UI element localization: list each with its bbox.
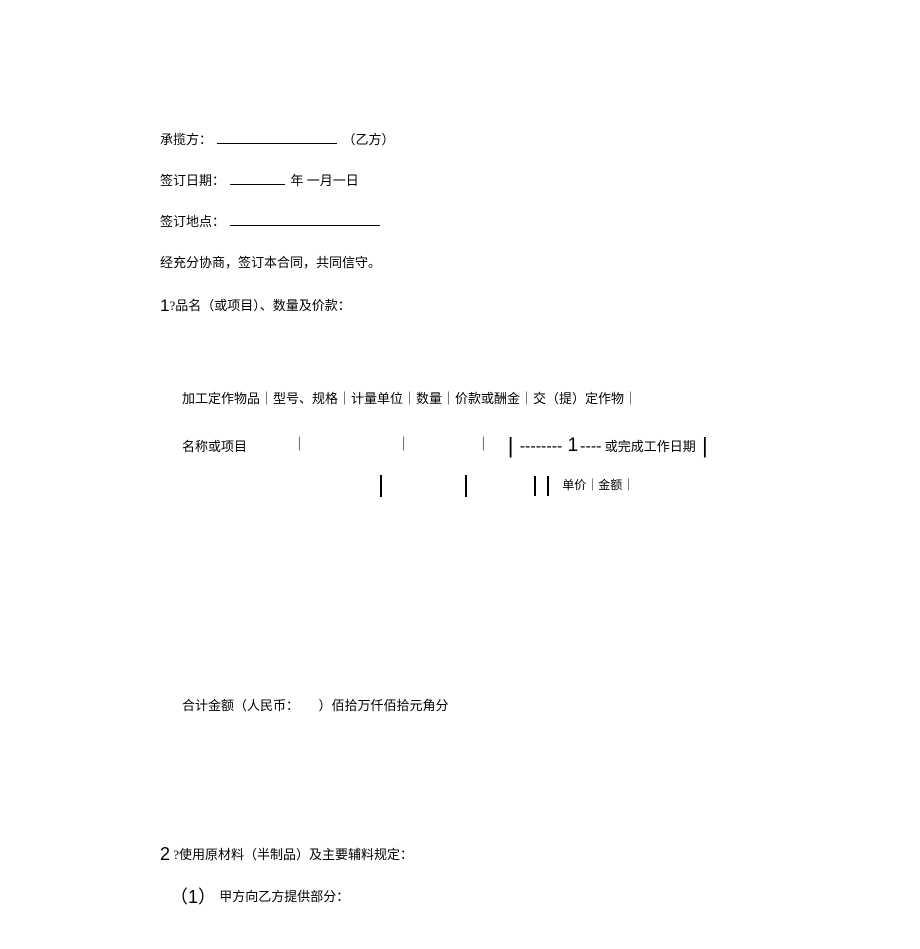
contractor-label: 承揽方： xyxy=(160,132,212,147)
divider-bar: ｜ xyxy=(292,436,306,452)
dash-group: -------- xyxy=(520,438,563,455)
sign-place-label: 签订地点： xyxy=(160,214,225,229)
section-2-heading: 2 ?使用原材料（半制品）及主要辅料规定： xyxy=(160,844,920,865)
one-glyph: 1 xyxy=(568,435,579,456)
section-2-num: 2 xyxy=(160,844,170,864)
section-2-title: 使用原材料（半制品）及主要辅料规定： xyxy=(179,847,413,862)
sign-date-line: 签订日期： 年 一月一日 xyxy=(160,171,920,190)
section-2-sub1: （1） 甲方向乙方提供部分： xyxy=(170,883,920,909)
sign-place-line: 签订地点： xyxy=(160,212,920,231)
sign-date-label: 签订日期： xyxy=(160,173,225,188)
divider-bar xyxy=(534,476,536,496)
contractor-blank xyxy=(217,130,337,144)
section-2-q: ? xyxy=(170,847,179,862)
table-row-2: 名称或项目 ｜ ｜ ｜ | -------- 1---- 或完成工作日期 | xyxy=(182,435,920,465)
total-line: 合计金额（人民币： ）佰拾万仟佰拾元角分 xyxy=(182,695,920,714)
sign-date-suffix: 年 一月一日 xyxy=(291,173,359,188)
divider-bar: ｜ xyxy=(476,436,490,452)
sign-date-blank xyxy=(230,171,285,185)
sub1-num: （1） xyxy=(170,887,216,907)
contractor-party: （乙方） xyxy=(343,132,395,147)
divider-bar: ｜ xyxy=(397,436,411,452)
table-header: 加工定作物品｜型号、规格｜计量单位｜数量｜价款或酬金｜交（提）定作物｜ xyxy=(182,388,920,407)
divider-bar: | xyxy=(702,433,708,458)
section-1-title: 品名（或项目）、数量及价款： xyxy=(175,298,351,313)
table-row2-left: 名称或项目 xyxy=(182,436,287,455)
sign-place-blank xyxy=(230,212,380,226)
divider-bar: | xyxy=(508,433,514,458)
sub1-text: 甲方向乙方提供部分： xyxy=(219,889,349,904)
divider-bar xyxy=(380,475,382,497)
preamble: 经充分协商，签订本合同，共同信守。 xyxy=(160,254,920,272)
section-1-heading: 1?品名（或项目）、数量及价款： xyxy=(160,294,920,318)
contractor-line: 承揽方： （乙方） xyxy=(160,130,920,149)
price-label: 单价｜金额｜ xyxy=(562,478,634,492)
dash-group: ---- xyxy=(580,438,601,455)
divider-bar xyxy=(547,476,549,496)
table-row-3: 单价｜金额｜ xyxy=(340,475,920,505)
divider-bar xyxy=(465,475,467,497)
table-row2-right: 或完成工作日期 xyxy=(605,436,696,455)
